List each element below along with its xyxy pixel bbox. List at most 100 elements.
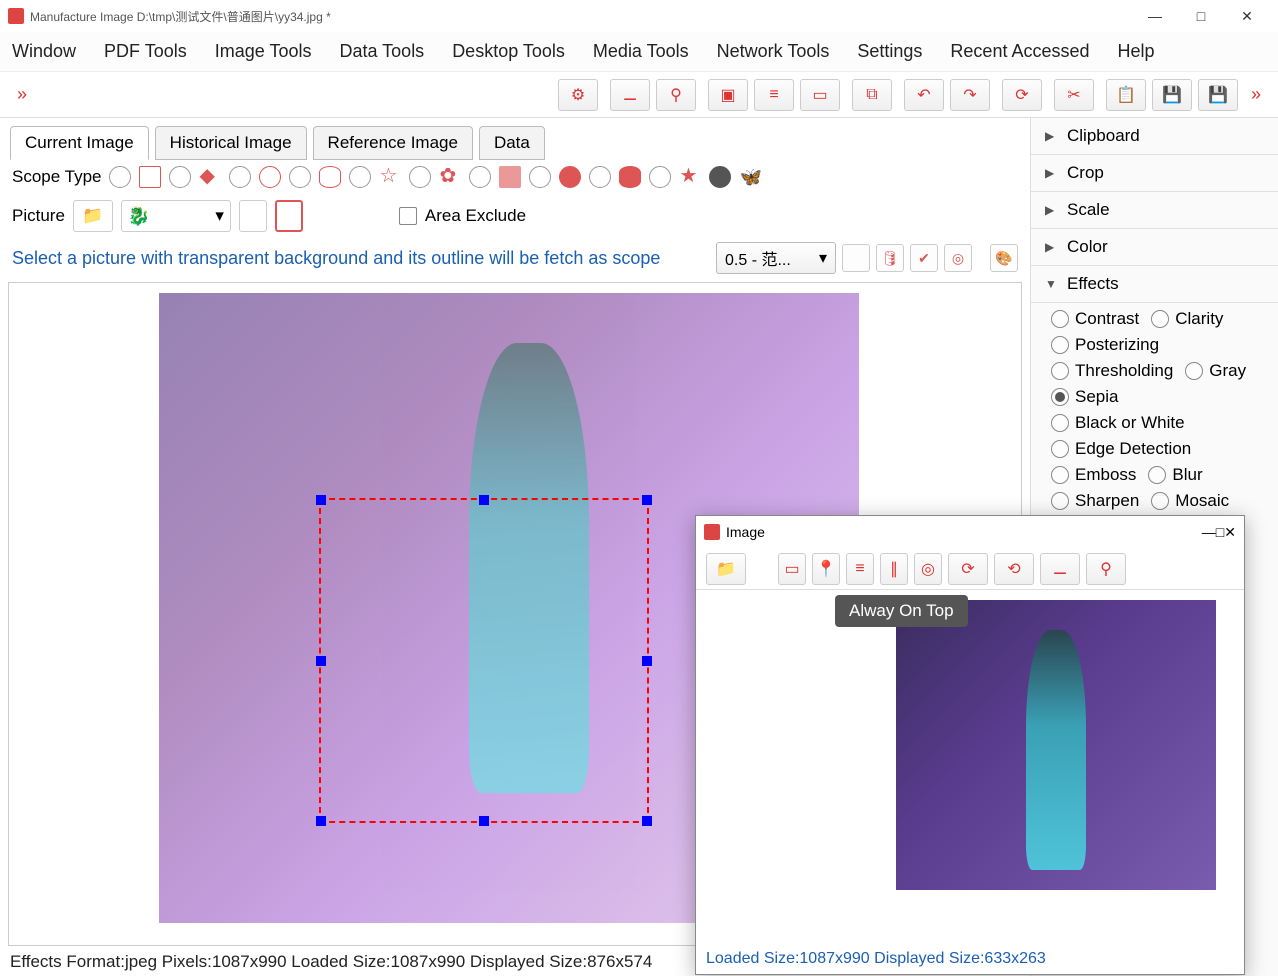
minimize-button[interactable]: — (1132, 0, 1178, 32)
popup-canvas[interactable] (696, 590, 1244, 948)
popup-pin-icon[interactable]: 📍 (812, 553, 840, 585)
tab-data[interactable]: Data (479, 126, 545, 160)
scope-circle-5[interactable] (349, 166, 371, 188)
acc-effects[interactable]: ▼Effects (1031, 266, 1278, 303)
image-popup-window[interactable]: Image — □ ✕ 📁 ▭ 📍 ≡ ∥ ◎ ⟳ ⟲ ⚊ ⚲ Loaded S… (695, 515, 1245, 975)
menu-data-tools[interactable]: Data Tools (339, 41, 424, 62)
radio-black-white[interactable] (1051, 414, 1069, 432)
scope-circle-6[interactable] (409, 166, 431, 188)
handle-tr[interactable] (642, 495, 652, 505)
opt-blank[interactable] (842, 244, 870, 272)
toolbar-expand-right-icon[interactable]: » (1244, 84, 1268, 105)
paste-icon[interactable]: 📋 (1106, 79, 1146, 111)
tab-reference-image[interactable]: Reference Image (313, 126, 473, 160)
settings-gear-icon[interactable]: ⚙ (558, 79, 598, 111)
close-button[interactable]: ✕ (1224, 0, 1270, 32)
radio-sharpen[interactable] (1051, 492, 1069, 510)
scope-filled-rect[interactable] (499, 166, 521, 188)
zoom-in-icon[interactable]: ⚲ (656, 79, 696, 111)
scope-circle-7[interactable] (469, 166, 491, 188)
scope-flower-icon[interactable]: ✿ (439, 166, 461, 188)
fit-screen-icon[interactable]: ▣ (708, 79, 748, 111)
radio-emboss[interactable] (1051, 466, 1069, 484)
maximize-button[interactable]: □ (1178, 0, 1224, 32)
popup-ruler-icon[interactable]: ≡ (846, 553, 874, 585)
handle-mr[interactable] (642, 656, 652, 666)
scope-filled-circle[interactable] (559, 166, 581, 188)
popup-rotate-ccw-icon[interactable]: ⟲ (994, 553, 1034, 585)
scope-circle-10[interactable] (649, 166, 671, 188)
swatch-outline[interactable] (275, 200, 303, 232)
scope-filled-ellipse[interactable] (619, 166, 641, 188)
picture-dropdown[interactable]: 🐉▾ (121, 200, 231, 232)
acc-clipboard[interactable]: ▶Clipboard (1031, 118, 1278, 155)
radio-contrast[interactable] (1051, 310, 1069, 328)
menu-desktop-tools[interactable]: Desktop Tools (452, 41, 565, 62)
radio-sepia[interactable] (1051, 388, 1069, 406)
tab-current-image[interactable]: Current Image (10, 126, 149, 160)
radio-gray[interactable] (1185, 362, 1203, 380)
acc-color[interactable]: ▶Color (1031, 229, 1278, 266)
cut-icon[interactable]: ✂ (1054, 79, 1094, 111)
open-folder-icon[interactable]: 📁 (73, 200, 113, 232)
area-exclude-checkbox[interactable] (399, 207, 417, 225)
save-as-icon[interactable]: 💾 (1198, 79, 1238, 111)
handle-bm[interactable] (479, 816, 489, 826)
opt-palette-icon[interactable]: 🎨 (990, 244, 1018, 272)
handle-ml[interactable] (316, 656, 326, 666)
menu-help[interactable]: Help (1118, 41, 1155, 62)
menu-pdf-tools[interactable]: PDF Tools (104, 41, 187, 62)
scope-butterfly-icon[interactable]: 🦋 (739, 167, 761, 188)
scope-circle-3[interactable] (229, 166, 251, 188)
popup-minimize-button[interactable]: — (1202, 524, 1216, 540)
scope-circle-8[interactable] (529, 166, 551, 188)
popup-open-icon[interactable]: 📁 (706, 553, 746, 585)
scope-circle-4[interactable] (289, 166, 311, 188)
stroke-width-combo[interactable]: 0.5 - 范...▾ (716, 242, 836, 274)
redo-icon[interactable]: ↷ (950, 79, 990, 111)
acc-scale[interactable]: ▶Scale (1031, 192, 1278, 229)
scope-filled-star[interactable]: ★ (679, 166, 701, 188)
scope-diamond[interactable]: ◆ (199, 166, 221, 188)
swatch-white[interactable] (239, 200, 267, 232)
opt-db-icon[interactable]: 🛢 (876, 244, 904, 272)
popup-target-icon[interactable]: ◎ (914, 553, 942, 585)
menu-network-tools[interactable]: Network Tools (717, 41, 830, 62)
handle-tl[interactable] (316, 495, 326, 505)
handle-bl[interactable] (316, 816, 326, 826)
radio-posterizing[interactable] (1051, 336, 1069, 354)
scope-circle-2[interactable] (169, 166, 191, 188)
popup-zoom-out-icon[interactable]: ⚊ (1040, 553, 1080, 585)
scope-star[interactable]: ☆ (379, 166, 401, 188)
handle-br[interactable] (642, 816, 652, 826)
popup-rotate-cw-icon[interactable]: ⟳ (948, 553, 988, 585)
scope-circle-outline[interactable] (259, 166, 281, 188)
tab-historical-image[interactable]: Historical Image (155, 126, 307, 160)
scope-circle-9[interactable] (589, 166, 611, 188)
scope-selected[interactable] (709, 166, 731, 188)
menu-recent-accessed[interactable]: Recent Accessed (950, 41, 1089, 62)
popup-lines-icon[interactable]: ∥ (880, 553, 908, 585)
copy-icon[interactable]: ⧉ (852, 79, 892, 111)
scope-circle-1[interactable] (109, 166, 131, 188)
radio-clarity[interactable] (1151, 310, 1169, 328)
opt-target-icon[interactable]: ◎ (944, 244, 972, 272)
actual-size-icon[interactable]: ≡ (754, 79, 794, 111)
opt-check-icon[interactable]: ✔ (910, 244, 938, 272)
menu-settings[interactable]: Settings (857, 41, 922, 62)
radio-blur[interactable] (1148, 466, 1166, 484)
popup-close-button[interactable]: ✕ (1224, 524, 1236, 541)
menu-media-tools[interactable]: Media Tools (593, 41, 689, 62)
popup-maximize-button[interactable]: □ (1216, 524, 1224, 540)
popup-info-icon[interactable]: ▭ (778, 553, 806, 585)
selection-rect[interactable] (319, 498, 649, 823)
toolbar-expand-left-icon[interactable]: » (10, 84, 34, 105)
popup-zoom-in-icon[interactable]: ⚲ (1086, 553, 1126, 585)
radio-mosaic[interactable] (1151, 492, 1169, 510)
radio-edge-detection[interactable] (1051, 440, 1069, 458)
zoom-out-icon[interactable]: ⚊ (610, 79, 650, 111)
menu-image-tools[interactable]: Image Tools (215, 41, 312, 62)
rotate-icon[interactable]: ⟳ (1002, 79, 1042, 111)
menu-window[interactable]: Window (12, 41, 76, 62)
page-icon[interactable]: ▭ (800, 79, 840, 111)
